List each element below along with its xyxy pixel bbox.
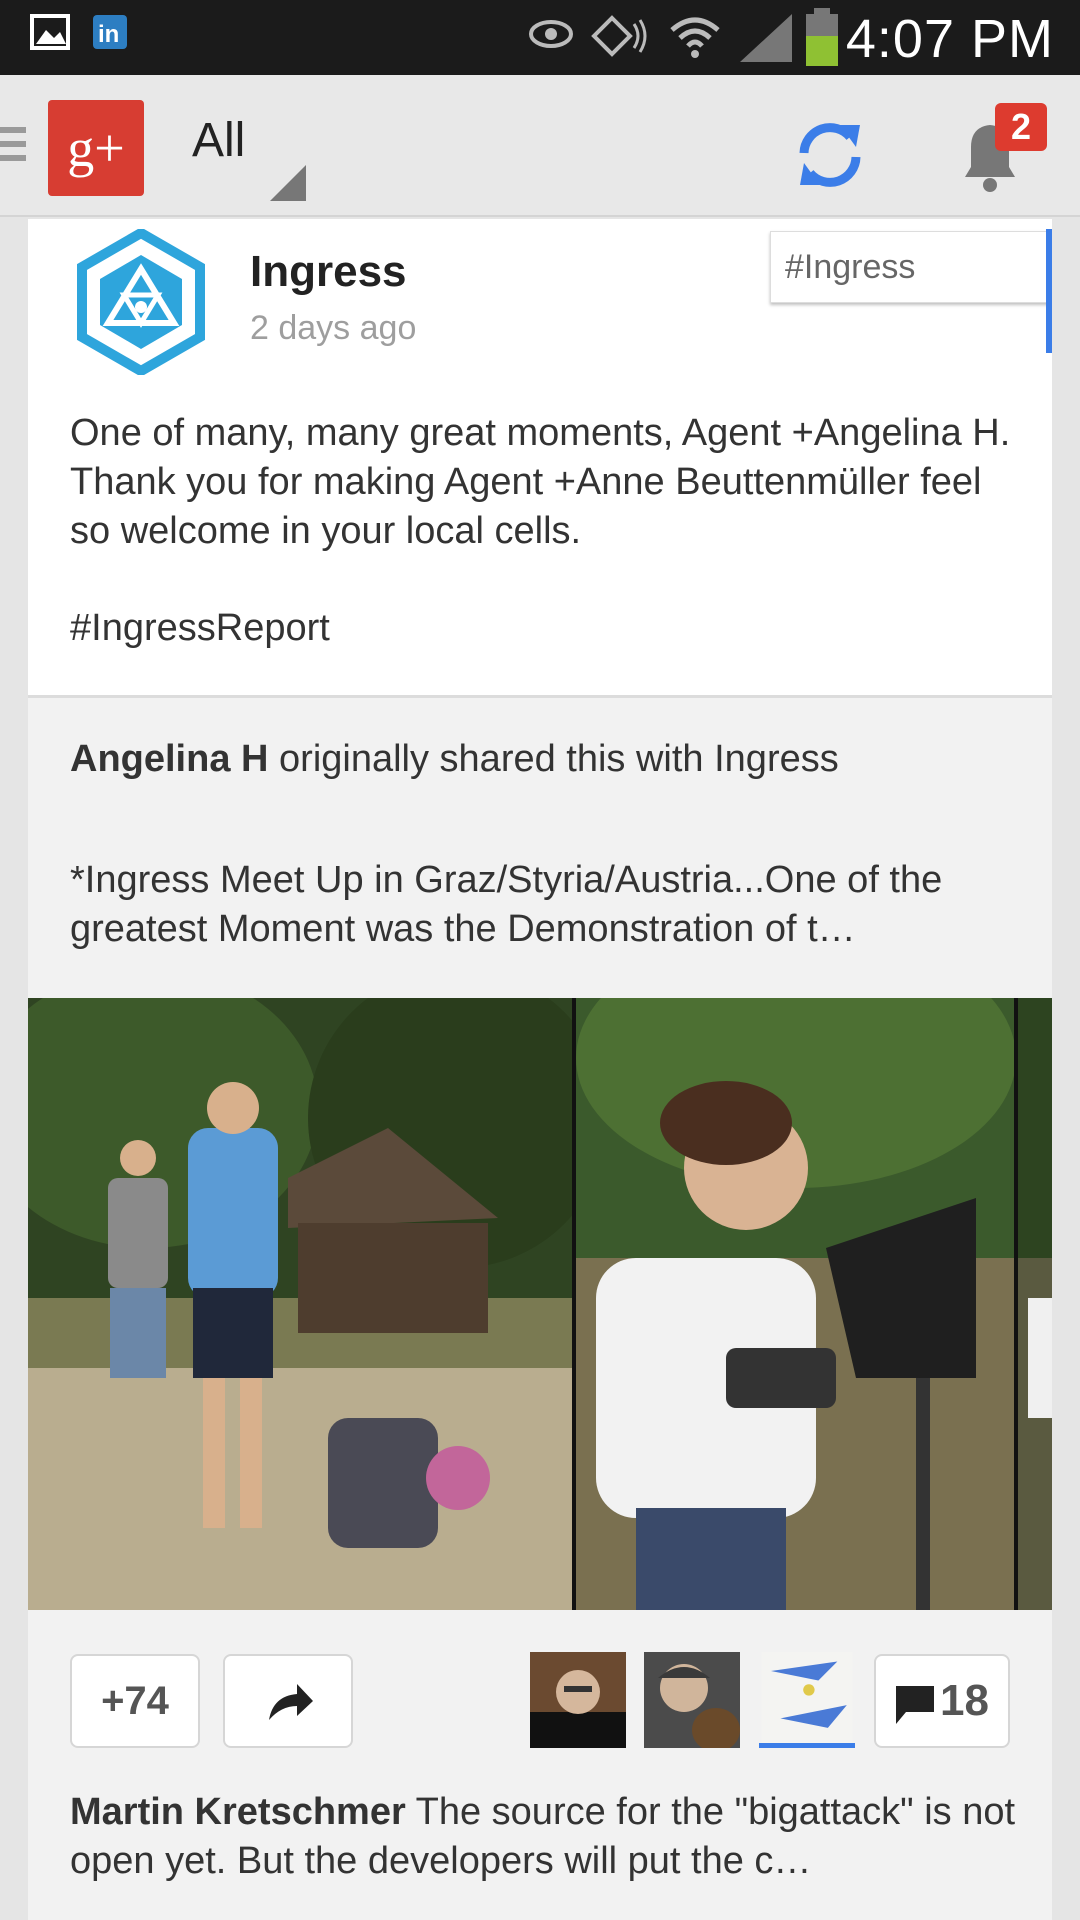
dropdown-indicator-icon[interactable]: [270, 165, 306, 201]
wifi-icon: [670, 17, 720, 58]
gallery-icon: [30, 14, 70, 50]
battery-icon: [806, 8, 838, 66]
clock: 4:07 PM: [845, 9, 1054, 69]
comment-count: 18: [940, 1676, 989, 1725]
reshare-author-name[interactable]: Angelina H: [70, 738, 268, 780]
share-button[interactable]: [223, 1654, 353, 1748]
commenter-avatar-1[interactable]: [530, 1652, 626, 1748]
action-bar: g+ All 2: [0, 75, 1080, 217]
post-body-text: One of many, many great moments, Agent +…: [70, 412, 1011, 552]
signal-icon: [740, 14, 792, 62]
eye-icon: [529, 20, 573, 48]
post-hashtag-link[interactable]: #IngressReport: [70, 607, 330, 650]
hashtag-chip[interactable]: #Ingress: [770, 231, 1052, 303]
svg-text:in: in: [98, 21, 119, 48]
photo-woman-with-controller[interactable]: [576, 998, 1014, 1610]
stream-filter-label[interactable]: All: [192, 113, 245, 168]
comments-button[interactable]: 18: [874, 1654, 1010, 1748]
reshare-shared-text: originally shared this with Ingress: [279, 738, 839, 780]
share-arrow-icon: [269, 1684, 313, 1720]
plus-one-button[interactable]: +74: [70, 1654, 200, 1748]
top-comment-preview[interactable]: Martin Kretschmer The source for the "bi…: [70, 1788, 1030, 1886]
reshare-section[interactable]: Angelina H originally shared this with I…: [28, 695, 1052, 998]
post-author-name[interactable]: Ingress: [250, 247, 407, 297]
reshare-attribution: Angelina H originally shared this with I…: [70, 738, 839, 781]
post-card: Ingress 2 days ago #Ingress One of many,…: [28, 219, 1052, 1920]
photo-partial-third[interactable]: [1018, 998, 1052, 1610]
nfc-icon: [591, 15, 647, 57]
photo-drone-operators[interactable]: [28, 998, 572, 1610]
status-bar: in 4:07 PM: [0, 0, 1080, 75]
drawer-icon[interactable]: [0, 127, 26, 169]
scroll-indicator: [1046, 229, 1052, 353]
notification-count-badge[interactable]: 2: [995, 103, 1047, 151]
post-actions: +74 18 Martin Kretschmer The source for …: [28, 1610, 1052, 1920]
linkedin-icon: in: [93, 15, 127, 49]
commenter-avatar-3[interactable]: [759, 1652, 855, 1748]
post-timestamp: 2 days ago: [250, 309, 417, 347]
comment-author-name[interactable]: Martin Kretschmer: [70, 1791, 406, 1833]
google-plus-logo[interactable]: g+: [48, 100, 144, 196]
reshare-body-text: *Ingress Meet Up in Graz/Styria/Austria.…: [70, 859, 943, 950]
comment-bubble-icon: [896, 1686, 934, 1724]
refresh-icon[interactable]: [790, 115, 870, 195]
commenter-avatar-2[interactable]: [644, 1652, 740, 1748]
photo-strip[interactable]: [28, 998, 1052, 1610]
ingress-avatar-icon[interactable]: [76, 229, 206, 375]
